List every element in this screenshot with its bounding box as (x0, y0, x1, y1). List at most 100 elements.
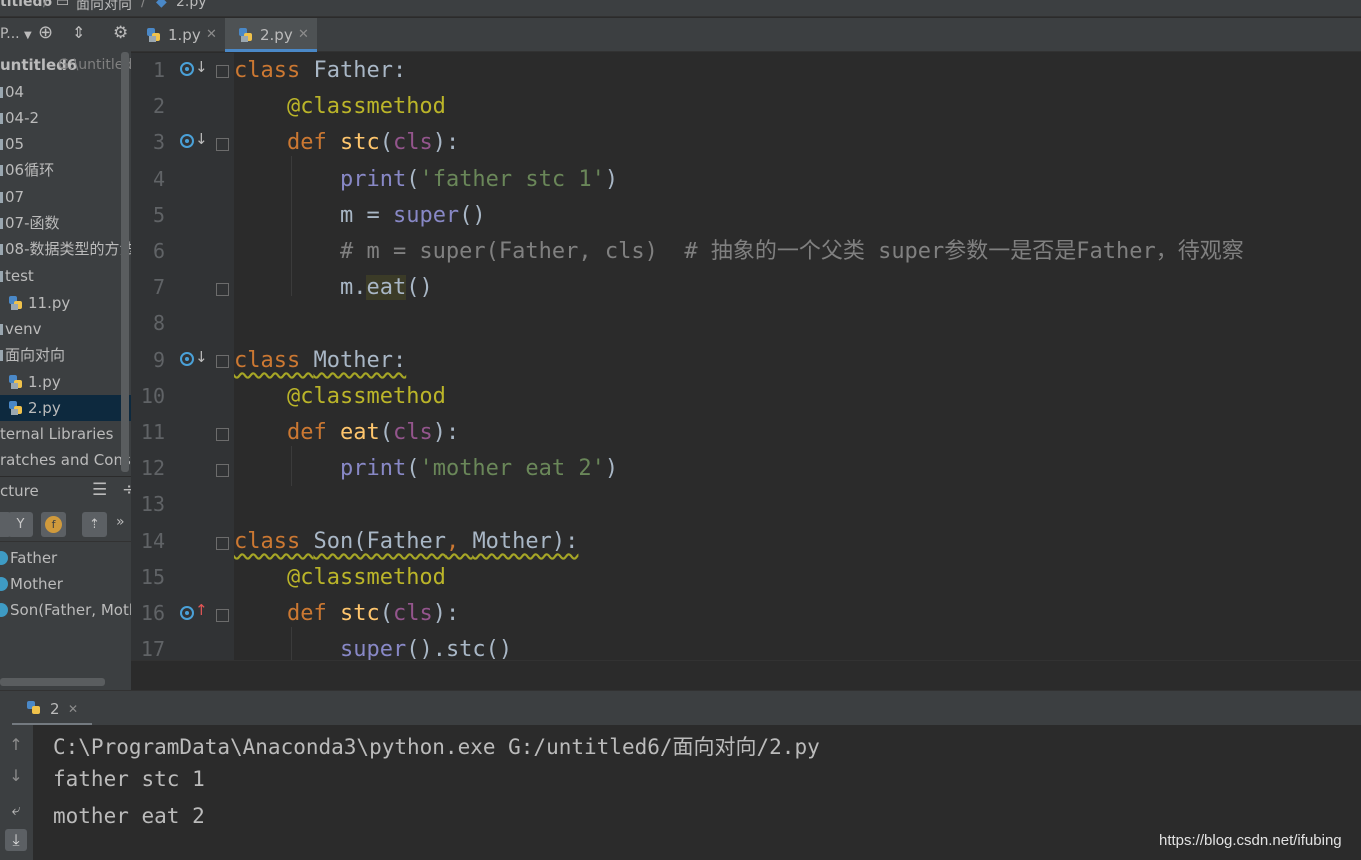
tab-2py[interactable]: 2.py ✕ (225, 18, 317, 52)
breadcrumb-file[interactable]: 2.py (176, 0, 207, 10)
overridden-method-icon[interactable] (180, 62, 194, 76)
chevron-down-icon[interactable]: ▼ (24, 30, 32, 41)
code-token: ) (604, 166, 619, 192)
gear-icon[interactable]: ⚙ (113, 23, 128, 43)
code-token: eat (339, 420, 380, 445)
code-token: def (286, 601, 340, 626)
structure-scrollbar[interactable] (0, 678, 105, 686)
fold-icon[interactable] (216, 355, 229, 368)
fold-icon[interactable] (216, 464, 229, 477)
console-line: mother eat 2 (53, 804, 205, 828)
code-token: @classmethod (286, 564, 446, 590)
tree-item-label: 06循环 (5, 161, 55, 179)
tree-item-label: 04-2 (5, 109, 40, 127)
line-number: 8 (152, 311, 165, 336)
breadcrumb-folder[interactable]: 面向对向 (76, 0, 132, 14)
line-number: 10 (140, 383, 165, 408)
fold-icon[interactable] (216, 65, 229, 78)
editor-tabs: 1.py ✕ 2.py ✕ (131, 18, 1361, 52)
arrow-up-icon: ↑ (195, 601, 208, 619)
run-toolwindow-header: 2 ✕ (0, 690, 1361, 726)
tree-item-external-libraries[interactable]: ternal Libraries (0, 421, 131, 447)
code-token: @classmethod (286, 383, 446, 409)
code-line: m.eat() (234, 273, 433, 303)
code-token: ): (432, 130, 460, 156)
tree-item-test[interactable]: test (0, 263, 131, 289)
arrow-down-icon[interactable]: ↓ (5, 765, 27, 787)
folder-icon (0, 271, 3, 282)
tree-item-04[interactable]: 04 (0, 79, 131, 105)
folder-icon (0, 350, 3, 361)
structure-item-father[interactable]: Father (0, 545, 131, 571)
collapse-all-icon[interactable]: ⇕ (72, 23, 85, 42)
editor-horizontal-scrollbar[interactable] (131, 660, 1361, 690)
sort-icon[interactable]: ☰ (92, 480, 107, 500)
structure-toolbar: Y f ⇡ » (0, 506, 131, 542)
show-inherited-icon[interactable]: Y (8, 512, 33, 537)
project-view-dropdown[interactable]: P... (0, 26, 20, 42)
structure-item-mother[interactable]: Mother (0, 571, 131, 597)
line-number: 16 (140, 601, 165, 625)
close-icon[interactable]: ✕ (68, 691, 78, 727)
fold-icon[interactable] (216, 537, 229, 550)
code-token: ( (379, 420, 393, 445)
tree-item-scratches[interactable]: ratches and Consoles (0, 447, 131, 473)
code-token: Father: (313, 58, 407, 83)
run-tab[interactable]: 2 ✕ (12, 691, 92, 726)
locate-icon[interactable]: ⊕ (38, 22, 53, 43)
scroll-to-end-icon[interactable]: ⤓ (5, 829, 27, 851)
tree-item-07[interactable]: 07 (0, 184, 131, 210)
tab-1py[interactable]: 1.py ✕ (131, 18, 225, 52)
fold-icon[interactable] (216, 138, 229, 151)
line-number: 14 (140, 528, 165, 553)
autoscroll-icon[interactable]: ⇡ (82, 512, 107, 537)
code-token: ): (432, 601, 460, 626)
code-token: ): (432, 420, 460, 445)
arrow-down-icon: ↓ (195, 348, 208, 366)
fold-icon[interactable] (216, 428, 229, 441)
line-number: 1 (152, 58, 165, 82)
tree-item-1py[interactable]: 1.py (0, 369, 131, 395)
tree-item-07-func[interactable]: 07-函数 (0, 210, 131, 236)
tree-item-05[interactable]: 05 (0, 131, 131, 157)
close-icon[interactable]: ✕ (298, 18, 309, 52)
soft-wrap-icon[interactable]: ⤶ (5, 799, 27, 821)
code-token: 'mother eat 2' (419, 456, 605, 482)
overridden-method-icon[interactable] (180, 134, 194, 148)
project-toolbar: P... ▼ ⊕ ⇕ ⚙ (0, 18, 131, 52)
more-icon[interactable]: » (116, 514, 125, 530)
show-fields-icon[interactable]: f (41, 512, 66, 537)
code-editor[interactable]: 1 2 3 4 5 6 7 8 9 10 11 12 13 14 15 16 17 ↓ ↓ ↓ ↑ class … (131, 53, 1361, 660)
overriding-method-icon[interactable] (180, 606, 194, 620)
tree-root[interactable]: untitled6 G:\untitled6 (0, 52, 131, 78)
tree-item-label: 1.py (28, 373, 61, 391)
tree-item-11py[interactable]: 11.py (0, 290, 131, 316)
code-token: 'father stc 1' (419, 166, 605, 192)
tree-item-04-2[interactable]: 04-2 (0, 105, 131, 131)
code-line: # m = super(Father, cls) # 抽象的一个父类 super… (234, 237, 1244, 267)
line-number: 6 (152, 239, 165, 263)
close-icon[interactable]: ✕ (206, 18, 217, 52)
fold-icon[interactable] (216, 283, 229, 296)
folder-icon (0, 165, 3, 176)
code-line: class Son(Father, Mother): (234, 527, 578, 557)
project-scrollbar[interactable] (121, 52, 129, 472)
overridden-method-icon[interactable] (180, 352, 194, 366)
tree-item-06[interactable]: 06循环 (0, 157, 131, 183)
structure-item-son[interactable]: Son(Father, Mother) (0, 597, 131, 623)
line-number: 2 (152, 94, 165, 119)
tree-item-venv[interactable]: venv (0, 316, 131, 342)
arrow-up-icon[interactable]: ↑ (5, 734, 27, 756)
tree-item-08[interactable]: 08-数据类型的方法 (0, 236, 131, 262)
line-number: 13 (140, 492, 165, 517)
code-token: ( (406, 166, 420, 192)
python-file-icon (9, 296, 22, 310)
tree-item-2py[interactable]: 2.py (0, 395, 131, 421)
tree-item-mianxiang[interactable]: 面向对向 (0, 342, 131, 368)
fold-icon[interactable] (216, 609, 229, 622)
breadcrumb-separator: / (43, 0, 48, 10)
line-number: 4 (152, 166, 165, 191)
